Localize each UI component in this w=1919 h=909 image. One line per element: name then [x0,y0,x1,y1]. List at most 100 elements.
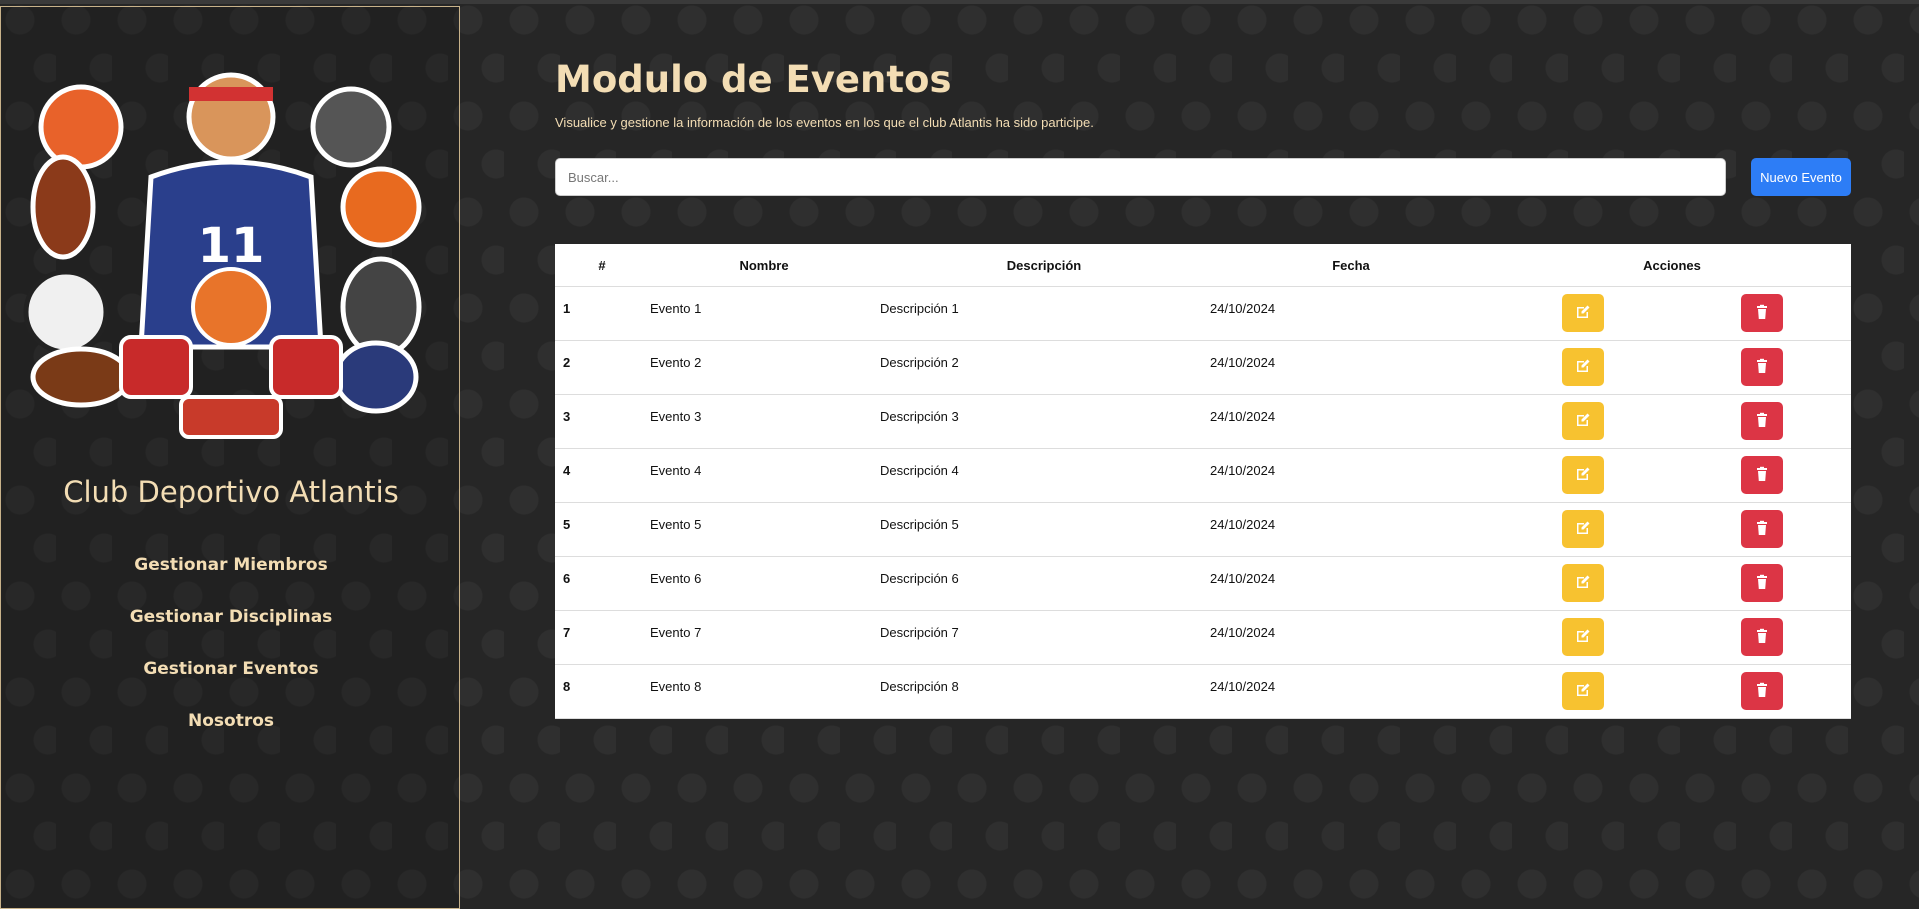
row-name: Evento 5 [649,502,879,557]
edit-button[interactable] [1561,294,1604,332]
delete-button[interactable] [1740,294,1783,332]
row-index: 3 [555,394,649,449]
edit-button[interactable] [1561,456,1604,494]
row-name: Evento 8 [649,664,879,719]
header-fecha: Fecha [1209,244,1493,287]
edit-button[interactable] [1561,564,1604,602]
page-subtitle: Visualice y gestione la información de l… [555,115,1094,130]
row-delete-cell [1672,340,1851,395]
row-description: Descripción 5 [879,502,1209,557]
edit-icon [1575,574,1591,593]
edit-button[interactable] [1561,510,1604,548]
row-index: 4 [555,448,649,503]
row-description: Descripción 8 [879,664,1209,719]
new-event-button[interactable]: Nuevo Evento [1751,158,1851,196]
table-row: 3 Evento 3 Descripción 3 24/10/2024 [555,394,1851,449]
table-row: 2 Evento 2 Descripción 2 24/10/2024 [555,340,1851,395]
row-name: Evento 7 [649,610,879,665]
row-edit-cell [1493,502,1672,557]
table-row: 7 Evento 7 Descripción 7 24/10/2024 [555,610,1851,665]
row-description: Descripción 3 [879,394,1209,449]
row-name: Evento 1 [649,286,879,341]
edit-icon [1575,628,1591,647]
row-delete-cell [1672,394,1851,449]
row-edit-cell [1493,286,1672,341]
header-descripcion: Descripción [879,244,1209,287]
svg-text:11: 11 [198,218,265,274]
trash-icon [1754,358,1770,377]
edit-icon [1575,466,1591,485]
row-edit-cell [1493,394,1672,449]
edit-button[interactable] [1561,402,1604,440]
table-row: 4 Evento 4 Descripción 4 24/10/2024 [555,448,1851,503]
row-delete-cell [1672,448,1851,503]
row-description: Descripción 2 [879,340,1209,395]
row-index: 7 [555,610,649,665]
delete-button[interactable] [1740,402,1783,440]
row-edit-cell [1493,448,1672,503]
row-date: 24/10/2024 [1209,556,1493,611]
row-delete-cell [1672,502,1851,557]
delete-button[interactable] [1740,510,1783,548]
delete-button[interactable] [1740,456,1783,494]
row-date: 24/10/2024 [1209,502,1493,557]
row-index: 2 [555,340,649,395]
delete-button[interactable] [1740,672,1783,710]
table-row: 5 Evento 5 Descripción 5 24/10/2024 [555,502,1851,557]
edit-icon [1575,520,1591,539]
row-index: 5 [555,502,649,557]
row-date: 24/10/2024 [1209,664,1493,719]
club-name: Club Deportivo Atlantis [63,475,399,509]
delete-button[interactable] [1740,618,1783,656]
header-nombre: Nombre [649,244,879,287]
table-header-row: # Nombre Descripción Fecha Acciones [555,244,1851,287]
delete-button[interactable] [1740,564,1783,602]
table-row: 6 Evento 6 Descripción 6 24/10/2024 [555,556,1851,611]
trash-icon [1754,304,1770,323]
edit-button[interactable] [1561,672,1604,710]
row-description: Descripción 1 [879,286,1209,341]
row-edit-cell [1493,340,1672,395]
trash-icon [1754,574,1770,593]
row-delete-cell [1672,556,1851,611]
edit-icon [1575,412,1591,431]
header-index: # [555,244,649,287]
trash-icon [1754,682,1770,701]
nav-gestionar-disciplinas[interactable]: Gestionar Disciplinas [1,603,461,655]
table-row: 1 Evento 1 Descripción 1 24/10/2024 [555,286,1851,341]
nav-nosotros[interactable]: Nosotros [1,707,461,759]
sidebar: 11 Club Deportivo Atlantis Gestionar Mie… [0,6,460,909]
row-delete-cell [1672,286,1851,341]
row-name: Evento 3 [649,394,879,449]
row-description: Descripción 6 [879,556,1209,611]
row-edit-cell [1493,664,1672,719]
row-edit-cell [1493,610,1672,665]
edit-icon [1575,358,1591,377]
top-border [0,0,1919,4]
edit-button[interactable] [1561,618,1604,656]
trash-icon [1754,412,1770,431]
header-acciones: Acciones [1493,244,1851,287]
search-input[interactable] [555,158,1726,196]
nav-gestionar-miembros[interactable]: Gestionar Miembros [1,551,461,603]
page-title: Modulo de Eventos [555,58,952,101]
sidebar-nav: Gestionar Miembros Gestionar Disciplinas… [1,551,461,759]
trash-icon [1754,628,1770,647]
row-date: 24/10/2024 [1209,610,1493,665]
row-date: 24/10/2024 [1209,340,1493,395]
row-date: 24/10/2024 [1209,286,1493,341]
row-description: Descripción 4 [879,448,1209,503]
edit-icon [1575,682,1591,701]
row-index: 1 [555,286,649,341]
row-index: 6 [555,556,649,611]
trash-icon [1754,520,1770,539]
row-date: 24/10/2024 [1209,448,1493,503]
table-row: 8 Evento 8 Descripción 8 24/10/2024 [555,664,1851,719]
events-table: # Nombre Descripción Fecha Acciones 1 Eve… [555,244,1851,719]
edit-icon [1575,304,1591,323]
delete-button[interactable] [1740,348,1783,386]
row-delete-cell [1672,664,1851,719]
nav-gestionar-eventos[interactable]: Gestionar Eventos [1,655,461,707]
row-edit-cell [1493,556,1672,611]
edit-button[interactable] [1561,348,1604,386]
